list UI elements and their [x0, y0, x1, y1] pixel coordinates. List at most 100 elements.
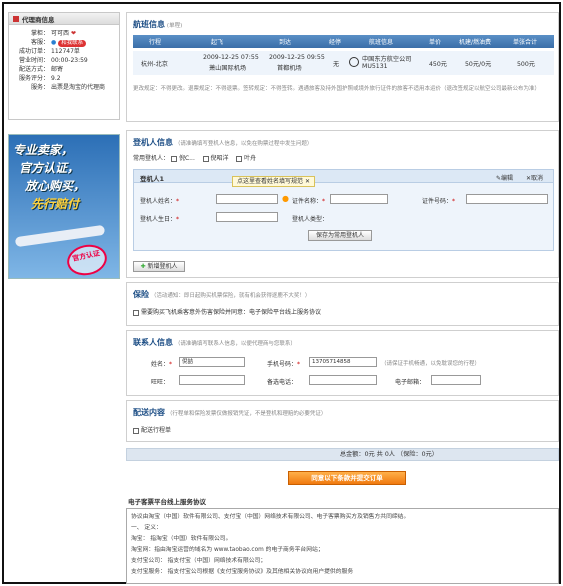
passenger-card-title: 登机人1	[140, 175, 165, 183]
agent-row-key: 客服：	[30, 39, 49, 46]
checkbox[interactable]	[202, 155, 209, 162]
flight-route: 杭州-北京	[141, 61, 168, 68]
save-common-passenger-button[interactable]: 保存为常用登机人	[308, 230, 372, 241]
backup-phone-input[interactable]	[309, 375, 377, 385]
flight-tax: 50元/0元	[465, 61, 492, 68]
main-content: 航班信息 (单程) 行程 起飞 到达 经停 航班信息 单价 机建/燃油费 单张合…	[126, 12, 559, 584]
add-passenger-button[interactable]: ✚ 新增登机人	[133, 261, 185, 272]
common-passengers: 常用登机人： 倪C... 倪昭洋 叶舟	[133, 153, 256, 162]
promo-line: 专业卖家，	[13, 143, 74, 157]
passenger-card-header: 登机人1 ✎编辑 ✕取消	[134, 170, 553, 183]
contact-name-label: 姓名：*	[151, 361, 173, 368]
flight-info-panel: 航班信息 (单程) 行程 起飞 到达 经停 航班信息 单价 机建/燃油费 单张合…	[126, 12, 559, 122]
common-passenger-item[interactable]: 倪C...	[170, 155, 195, 162]
passenger-panel: 登机人信息 （请准确填写登机人信息，以免在购票过程中发生问题） 常用登机人： 倪…	[126, 130, 559, 278]
backup-phone-label: 备选电话：	[267, 379, 298, 386]
agent-row-delivery: 配送方式： 邮寄	[9, 65, 119, 74]
delivery-hint: （行程单和保险发票仅做报销凭证，不是登机和理赔的必要凭证）	[166, 411, 327, 417]
wangwang-input[interactable]	[179, 375, 245, 385]
contact-hint: （请准确填写联系人信息，以便代理商与您联系）	[174, 341, 296, 347]
checkbox[interactable]	[236, 155, 243, 162]
cert-no-label: 证件号码：*	[422, 198, 456, 205]
contact-phone-label: 手机号码：*	[267, 361, 301, 368]
agreement-line: 支付宝服务： 指支付宝公司根据《支付宝服务协议》及其他相关协议向用户提供的服务	[131, 569, 354, 575]
agent-row-hours: 营业时间： 00:00-23:59	[9, 56, 119, 65]
email-label: 电子邮箱：	[395, 379, 426, 386]
airline-logo-icon	[349, 57, 359, 67]
contact-me-badge[interactable]: 和我联系	[58, 40, 87, 47]
sidebar: 代理商信息 掌柜： 可可西 ❤ 客服： ● 和我联系 成功订单： 112747单…	[8, 12, 120, 580]
insurance-option[interactable]: 需要购买飞机乘客意外伤害保险并同意：电子保险平台线上服务协议	[133, 307, 321, 316]
passenger-card: 登机人1 ✎编辑 ✕取消 点这里查看姓名填写规范 ✕ 登机人姓名：* ● 证件名…	[133, 169, 554, 251]
wangwang-label: 旺旺：	[151, 379, 170, 386]
passenger-name-input[interactable]	[216, 194, 278, 204]
col-stop: 经停	[329, 39, 342, 46]
airline-name: 中国东方航空公司	[362, 56, 412, 63]
promo-banner[interactable]: 专业卖家， 官方认证， 放心购买， 先行赔付 官方认证	[8, 134, 120, 279]
common-passenger-item[interactable]: 倪昭洋	[202, 155, 229, 162]
contact-panel: 联系人信息 （请准确填写联系人信息，以便代理商与您联系） 姓名：* 倪喆 手机号…	[126, 330, 559, 396]
flight-trip-type: (单程)	[166, 23, 183, 29]
cert-no-input[interactable]	[466, 194, 548, 204]
delivery-option[interactable]: 配送行程单	[133, 425, 171, 434]
checkbox[interactable]	[133, 427, 139, 434]
common-passenger-item[interactable]: 叶舟	[236, 155, 256, 162]
email-input[interactable]	[431, 375, 481, 385]
plus-icon: ✚	[140, 263, 146, 270]
flight-number[interactable]: MU5131	[362, 63, 388, 70]
checkbox[interactable]	[170, 155, 177, 162]
col-price: 单价	[429, 39, 442, 46]
close-icon[interactable]: ✕	[305, 178, 310, 185]
promo-line: 先行赔付	[31, 197, 80, 211]
header-square-icon	[13, 15, 19, 22]
col-tax: 机建/燃油费	[459, 39, 492, 46]
passenger-heading: 登机人信息 （请准确填写登机人信息，以免在购票过程中发生问题）	[133, 137, 312, 148]
contact-name-input[interactable]: 倪喆	[179, 357, 245, 367]
cancel-link[interactable]: ✕取消	[526, 173, 543, 182]
passenger-title: 登机人信息	[133, 138, 173, 147]
agent-info-box: 代理商信息 掌柜： 可可西 ❤ 客服： ● 和我联系 成功订单： 112747单…	[8, 12, 120, 120]
name-rule-tooltip[interactable]: 点这里查看姓名填写规范 ✕	[232, 176, 315, 187]
cert-name-label: 证件名称：*	[292, 198, 326, 205]
delivery-heading: 配送内容 （行程单和保险发票仅做报销凭证，不是登机和理赔的必要凭证）	[133, 407, 326, 418]
agent-row-value[interactable]: 可可西 ❤	[49, 29, 76, 38]
agent-row-key: 服务评分：	[18, 75, 49, 82]
agreement-line: 淘宝网：指由淘宝运营的域名为 www.taobao.com 的电子商务平台网站；	[131, 547, 324, 553]
agreement-line: 协议由淘宝（中国）软件有限公司、支付宝（中国）网络技术有限公司、电子客票购买方及…	[131, 514, 410, 520]
agent-row-value: 9.2	[51, 75, 61, 82]
agent-row-orders: 成功订单： 112747单	[9, 47, 119, 56]
agent-row-service: 客服： ● 和我联系	[9, 38, 119, 47]
agent-row-score: 服务评分： 9.2	[9, 74, 119, 83]
agreement-line: 淘宝： 指淘宝（中国）软件有限公司。	[131, 536, 232, 542]
arr-airport: 首都机场	[277, 65, 302, 72]
stop-value: 无	[333, 61, 340, 68]
flight-info-title: 航班信息	[133, 20, 165, 29]
agent-row-key: 配送方式：	[18, 66, 49, 73]
agent-row-serve: 服务： 出票是淘宝的代理商	[9, 83, 119, 92]
edit-link[interactable]: ✎编辑	[496, 173, 513, 182]
birthday-input[interactable]	[216, 212, 278, 222]
dep-airport: 萧山国际机场	[209, 65, 247, 72]
order-total-bar: 总金额：0元 共 0人 （保险：0元）	[126, 448, 559, 461]
contact-phone-input[interactable]: 13705714858	[309, 357, 377, 367]
heart-icon: ❤	[70, 30, 76, 37]
warning-icon: ●	[282, 194, 289, 203]
agent-info-title: 代理商信息	[22, 15, 55, 24]
col-route: 行程	[149, 39, 162, 46]
refund-policy-note: 更改规定：不得更改。退票规定：不得退票。签转规定：不得签转。遇通旅客及持外国护照…	[133, 86, 541, 92]
agent-row-key: 服务：	[30, 84, 49, 91]
checkbox[interactable]	[133, 309, 139, 316]
agreement-textbox[interactable]: 协议由淘宝（中国）软件有限公司、支付宝（中国）网络技术有限公司、电子客票购买方及…	[126, 508, 559, 584]
flight-row: 杭州-北京 2009-12-25 07:55 萧山国际机场 2009-12-25…	[133, 51, 554, 75]
submit-order-button[interactable]: 同意以下条款并提交订单	[288, 471, 406, 485]
passenger-type-label: 登机人类型：	[292, 216, 329, 223]
promo-line: 放心购买，	[25, 179, 86, 193]
agent-row-value: 邮寄	[51, 66, 64, 73]
cert-name-select[interactable]	[330, 194, 388, 204]
agent-row-value: 00:00-23:59	[51, 57, 88, 64]
top-bar	[4, 4, 559, 10]
page-frame: 代理商信息 掌柜： 可可西 ❤ 客服： ● 和我联系 成功订单： 112747单…	[2, 2, 561, 584]
birthday-label: 登机人生日：*	[140, 216, 180, 223]
certified-stamp: 官方认证	[64, 241, 110, 278]
flight-info-heading: 航班信息 (单程)	[133, 19, 182, 30]
